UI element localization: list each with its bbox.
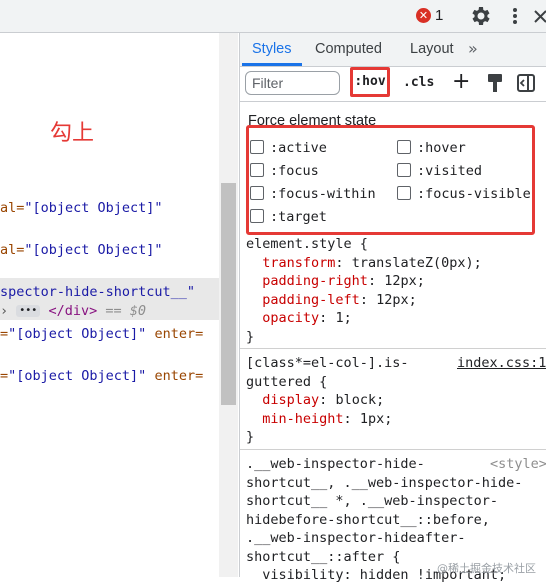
- rule-selector: .__web-inspector-hideafter-: [246, 530, 466, 546]
- checkbox-icon[interactable]: [397, 140, 411, 154]
- rule-selector: shortcut__ *, .__web-inspector-: [246, 493, 498, 509]
- state-active-checkbox[interactable]: :active: [250, 140, 327, 156]
- rule-selector: hidebefore-shortcut__::before,: [246, 511, 490, 528]
- state-label: :focus-visible: [417, 186, 531, 202]
- attr-value: spector-hide-shortcut__": [0, 284, 196, 300]
- more-tabs-icon[interactable]: »: [468, 39, 478, 58]
- hov-toggle-button[interactable]: :hov: [350, 67, 390, 97]
- rule-selector: element.style {: [246, 236, 368, 252]
- devtools-topbar: ✕ 1: [0, 0, 546, 33]
- state-focus-checkbox[interactable]: :focus: [250, 163, 319, 179]
- user-agent-source: <style>: [490, 456, 546, 472]
- state-visited-checkbox[interactable]: :visited: [397, 163, 482, 179]
- rule-divider: [240, 449, 546, 450]
- tab-styles[interactable]: Styles: [252, 41, 292, 57]
- scrollbar-thumb[interactable]: [221, 183, 236, 405]
- property-name[interactable]: opacity: [262, 310, 319, 326]
- watermark: @稀土掘金技术社区: [437, 562, 536, 575]
- property-value[interactable]: 1;: [335, 310, 351, 326]
- dom-line-3[interactable]: spector-hide-shortcut__": [0, 283, 195, 301]
- styles-toolbar: :hov .cls +: [240, 67, 546, 102]
- state-target-checkbox[interactable]: :target: [250, 209, 327, 225]
- attr-value: "[object Object]": [8, 326, 147, 342]
- rule-selector: guttered {: [246, 373, 328, 390]
- dom-line-4[interactable]: › ••• </div> == $0: [0, 302, 146, 320]
- selected-marker: == $0: [105, 303, 147, 319]
- state-label: :active: [270, 140, 327, 156]
- toggle-sidebar-icon[interactable]: [516, 73, 536, 93]
- state-label: :focus: [270, 163, 319, 179]
- styles-pane: Styles Computed Layout » :hov .cls + For…: [239, 33, 546, 583]
- rule-selector: shortcut__, .__web-inspector-hide-: [246, 474, 523, 491]
- gear-icon[interactable]: [468, 4, 492, 28]
- property-value[interactable]: translateZ(0px);: [352, 255, 482, 271]
- paintbrush-icon[interactable]: [487, 73, 503, 93]
- kebab-menu-icon[interactable]: [506, 4, 524, 28]
- rule-selector: .__web-inspector-hide-: [246, 456, 425, 472]
- checkbox-icon[interactable]: [250, 140, 264, 154]
- state-hover-checkbox[interactable]: :hover: [397, 140, 466, 156]
- attr-value: "[object Object]": [24, 200, 163, 216]
- attr-name: =: [0, 368, 9, 384]
- tab-layout[interactable]: Layout: [410, 41, 454, 57]
- property-name[interactable]: padding-left: [262, 292, 360, 308]
- property-value[interactable]: 12px;: [384, 273, 425, 289]
- attr-name: =: [0, 326, 9, 342]
- filter-input[interactable]: [245, 71, 340, 95]
- checkbox-icon[interactable]: [250, 186, 264, 200]
- dom-line-6[interactable]: ="[object Object]" enter=: [0, 367, 203, 385]
- attr-value: "[object Object]": [8, 368, 147, 384]
- styles-tabbar: Styles Computed Layout »: [240, 33, 546, 67]
- attr-value: "[object Object]": [24, 242, 163, 258]
- closing-tag: </div>: [48, 303, 98, 319]
- state-label: :visited: [417, 163, 483, 179]
- property-name[interactable]: min-height: [262, 411, 343, 427]
- state-focus-visible-checkbox[interactable]: :focus-visible: [397, 186, 531, 202]
- state-focus-within-checkbox[interactable]: :focus-within: [250, 186, 376, 202]
- property-name[interactable]: display: [262, 392, 319, 408]
- checkbox-icon[interactable]: [250, 163, 264, 177]
- property-name[interactable]: transform: [262, 255, 335, 271]
- dom-line-2[interactable]: al="[object Object]": [0, 241, 163, 259]
- error-count[interactable]: 1: [435, 7, 443, 24]
- rule-selector: [class*=el-col-].is-: [246, 355, 409, 371]
- checkbox-icon[interactable]: [397, 163, 411, 177]
- state-label: :target: [270, 209, 327, 225]
- property-value[interactable]: 12px;: [376, 292, 417, 308]
- dom-line-5[interactable]: ="[object Object]" enter=: [0, 325, 203, 343]
- rule-divider: [240, 348, 546, 349]
- rule-source-link[interactable]: index.css:1: [457, 355, 546, 371]
- property-name[interactable]: padding-right: [262, 273, 368, 289]
- attr-name: enter=: [146, 326, 204, 342]
- state-label: :focus-within: [270, 186, 376, 202]
- property-value[interactable]: 1px;: [360, 411, 393, 427]
- rule-close: }: [246, 328, 255, 345]
- cls-toggle-button[interactable]: .cls: [403, 75, 434, 90]
- annotation-label: 勾上: [50, 121, 95, 146]
- add-rule-icon[interactable]: +: [452, 69, 470, 94]
- checkbox-icon[interactable]: [397, 186, 411, 200]
- rule-selector: shortcut__::after {: [246, 548, 401, 565]
- error-circle-icon[interactable]: ✕: [416, 8, 431, 23]
- active-tab-indicator: [242, 63, 302, 66]
- checkbox-icon[interactable]: [250, 209, 264, 223]
- el-col-rule[interactable]: [class*=el-col-].is- guttered { display:…: [246, 354, 409, 447]
- attr-name: al=: [0, 200, 25, 216]
- caret-right-icon[interactable]: ›: [0, 303, 16, 319]
- rule-close: }: [246, 429, 255, 445]
- ellipsis-badge[interactable]: •••: [16, 305, 41, 317]
- close-icon[interactable]: [532, 4, 546, 28]
- element-style-rule[interactable]: element.style { transform: translateZ(0p…: [246, 235, 482, 346]
- property-value[interactable]: block;: [335, 392, 384, 408]
- attr-name: enter=: [146, 368, 204, 384]
- dom-line-1[interactable]: al="[object Object]": [0, 199, 163, 217]
- state-label: :hover: [417, 140, 466, 156]
- attr-name: al=: [0, 242, 25, 258]
- tab-computed[interactable]: Computed: [315, 41, 382, 57]
